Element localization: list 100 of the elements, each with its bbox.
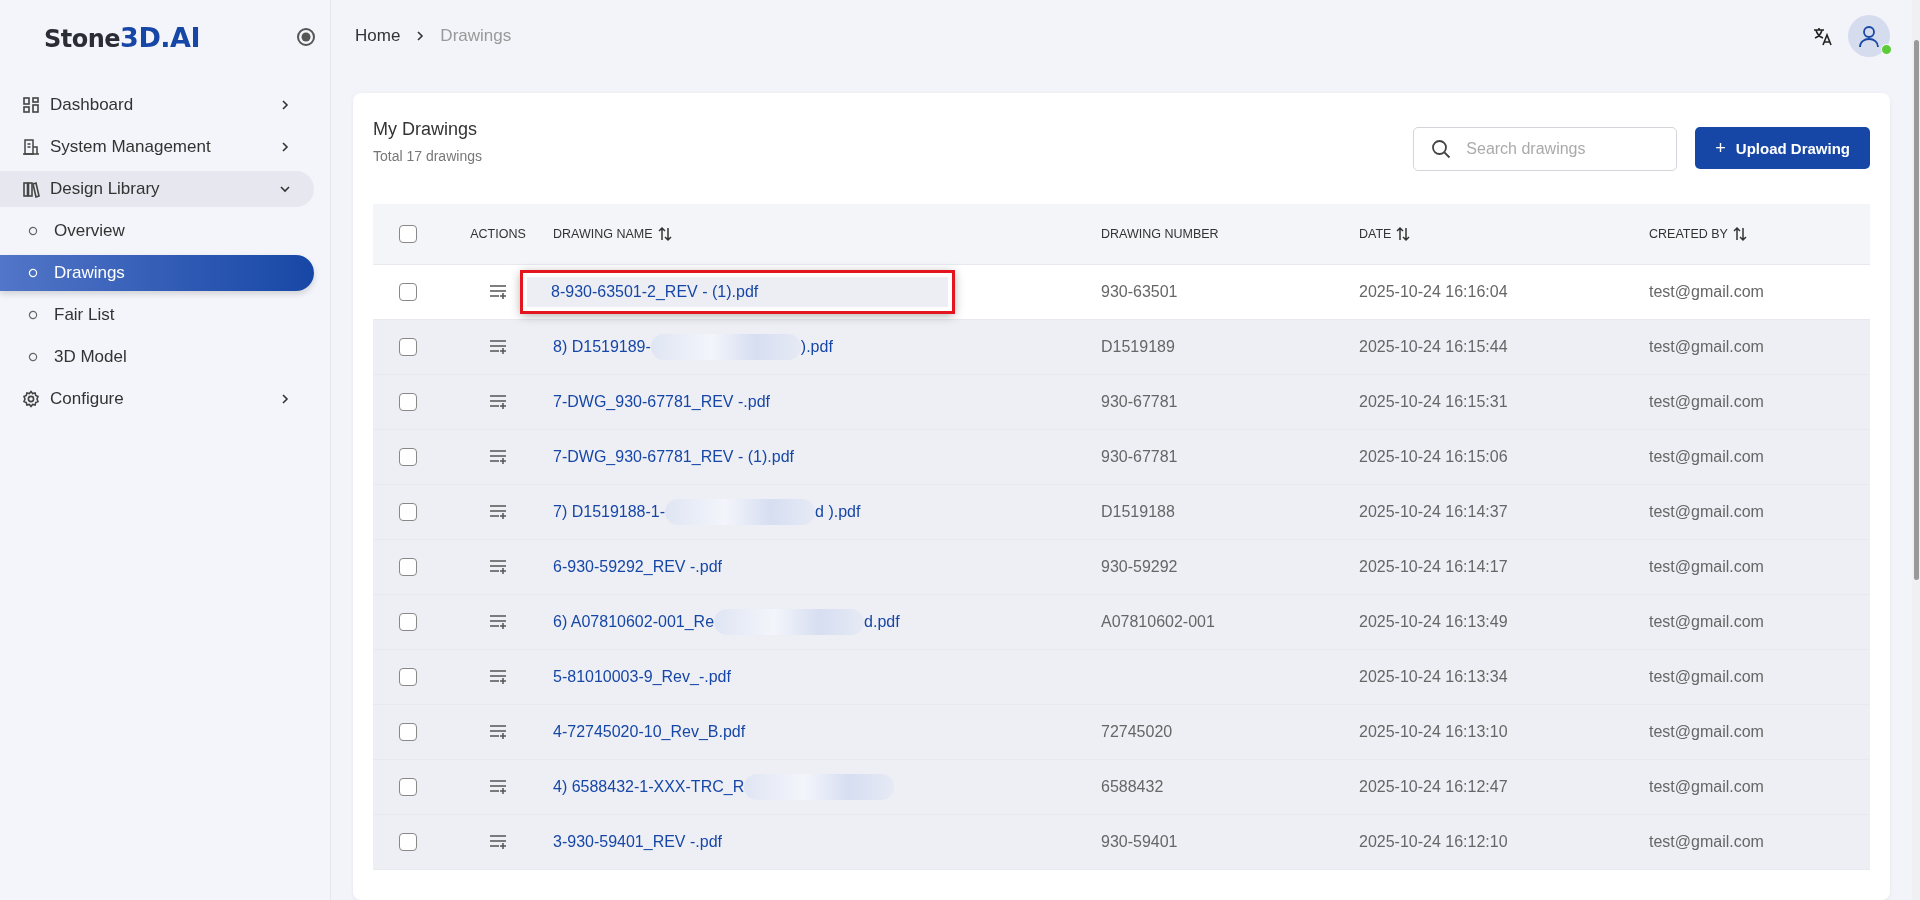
checkbox[interactable] [399, 613, 417, 631]
column-header[interactable]: DRAWING NAME [553, 227, 653, 241]
list-add-icon[interactable] [488, 338, 508, 356]
circle-icon [28, 268, 38, 278]
nav-subitem[interactable]: 3D Model [0, 339, 314, 375]
sort-icon[interactable] [1395, 226, 1412, 242]
table-cell: A07810602-001 [1101, 613, 1215, 631]
table-cell: test@gmail.com [1649, 283, 1764, 301]
circle-icon [28, 310, 38, 320]
settings-icon [22, 390, 40, 408]
drawing-count: Total 17 drawings [373, 148, 482, 164]
checkbox[interactable] [399, 338, 417, 356]
list-add-icon[interactable] [488, 558, 508, 576]
column-header: ACTIONS [470, 227, 526, 241]
nav-item[interactable]: Configure [0, 381, 314, 417]
list-add-icon[interactable] [488, 393, 508, 411]
table-cell: 2025-10-24 16:15:44 [1359, 338, 1508, 356]
upload-button[interactable]: + Upload Drawing [1695, 127, 1870, 169]
logo: Stone3D.AI [44, 21, 200, 53]
table-cell: 6588432 [1101, 778, 1164, 796]
table-cell: test@gmail.com [1649, 448, 1764, 466]
drawing-link[interactable]: 6-930-59292_REV -.pdf [553, 558, 722, 576]
nav-item[interactable]: System Management [0, 129, 314, 165]
page-title: My Drawings [373, 119, 479, 140]
table-cell: 2025-10-24 16:14:37 [1359, 503, 1508, 521]
table-cell: 2025-10-24 16:16:04 [1359, 283, 1508, 301]
checkbox[interactable] [399, 503, 417, 521]
table-cell: 2025-10-24 16:14:17 [1359, 558, 1508, 576]
table-cell: 2025-10-24 16:12:10 [1359, 833, 1508, 851]
table-cell: test@gmail.com [1649, 393, 1764, 411]
list-add-icon[interactable] [488, 833, 508, 851]
table-cell: test@gmail.com [1649, 503, 1764, 521]
table-cell: D1519188 [1101, 503, 1175, 521]
checkbox[interactable] [399, 668, 417, 686]
list-add-icon[interactable] [488, 503, 508, 521]
table-cell: test@gmail.com [1649, 558, 1764, 576]
column-header[interactable]: CREATED BY [1649, 227, 1728, 241]
drawing-link[interactable]: 7-DWG_930-67781_REV - (1).pdf [553, 448, 794, 466]
list-add-icon[interactable] [488, 448, 508, 466]
books-icon [22, 180, 40, 198]
drawing-link[interactable]: d ).pdf [815, 503, 861, 521]
drawing-link[interactable]: 4) 6588432-1-XXX-TRC_R [553, 778, 745, 796]
nav-subitem[interactable]: Drawings [0, 255, 314, 291]
drawing-link[interactable]: 6) A07810602-001_Re [553, 613, 715, 631]
scrollbar[interactable] [1912, 0, 1920, 900]
drawing-link[interactable]: ).pdf [800, 338, 833, 356]
list-add-icon[interactable] [488, 668, 508, 686]
table-cell: 2025-10-24 16:15:06 [1359, 448, 1508, 466]
radio-icon[interactable] [296, 27, 316, 47]
table-cell: 2025-10-24 16:13:49 [1359, 613, 1508, 631]
search-field[interactable]: Search drawings [1413, 127, 1678, 171]
drawing-link[interactable]: 8) D1519189- [553, 338, 651, 356]
table-cell: 2025-10-24 16:13:10 [1359, 723, 1508, 741]
nav-item[interactable]: Design Library [0, 171, 314, 207]
person-icon [1858, 24, 1880, 48]
table-cell: test@gmail.com [1649, 723, 1764, 741]
table-cell: test@gmail.com [1649, 338, 1764, 356]
translate-icon[interactable] [1812, 25, 1834, 47]
checkbox[interactable] [399, 778, 417, 796]
breadcrumb-link[interactable]: Home [355, 26, 401, 46]
table-cell: 2025-10-24 16:12:47 [1359, 778, 1508, 796]
list-add-icon[interactable] [488, 613, 508, 631]
sort-icon[interactable] [1731, 226, 1748, 242]
building-icon [22, 138, 40, 156]
checkbox[interactable] [399, 225, 417, 243]
list-add-icon[interactable] [488, 283, 508, 301]
grid-icon [22, 96, 40, 114]
drawing-link[interactable]: 3-930-59401_REV -.pdf [553, 833, 722, 851]
checkbox[interactable] [399, 833, 417, 851]
avatar[interactable] [1848, 15, 1890, 57]
drawing-link[interactable]: 4-72745020-10_Rev_B.pdf [553, 723, 746, 741]
nav-subitem[interactable]: Overview [0, 213, 314, 249]
drawing-link[interactable]: d.pdf [864, 613, 900, 631]
drawing-link[interactable]: 5-81010003-9_Rev_-.pdf [553, 668, 731, 686]
table-cell: 930-59401 [1101, 833, 1178, 851]
checkbox[interactable] [399, 283, 417, 301]
list-add-icon[interactable] [488, 723, 508, 741]
checkbox[interactable] [399, 723, 417, 741]
checkbox[interactable] [399, 558, 417, 576]
table-cell: test@gmail.com [1649, 613, 1764, 631]
table-cell: test@gmail.com [1649, 833, 1764, 851]
table-cell: 2025-10-24 16:15:31 [1359, 393, 1508, 411]
nav-item[interactable]: Dashboard [0, 87, 314, 123]
checkbox[interactable] [399, 448, 417, 466]
column-header: DRAWING NUMBER [1101, 227, 1219, 241]
table-cell: 930-59292 [1101, 558, 1178, 576]
table-cell: 930-67781 [1101, 393, 1178, 411]
table-cell: 930-67781 [1101, 448, 1178, 466]
table-cell: test@gmail.com [1649, 778, 1764, 796]
drawing-link[interactable]: 7-DWG_930-67781_REV -.pdf [553, 393, 770, 411]
table-cell: 930-63501 [1101, 283, 1178, 301]
list-add-icon[interactable] [488, 778, 508, 796]
checkbox[interactable] [399, 393, 417, 411]
circle-icon [28, 226, 38, 236]
nav-subitem[interactable]: Fair List [0, 297, 314, 333]
table-cell: 72745020 [1101, 723, 1173, 741]
drawing-link[interactable]: 7) D1519188-1- [553, 503, 666, 521]
column-header[interactable]: DATE [1359, 227, 1392, 241]
sort-icon[interactable] [656, 226, 673, 242]
table-cell: D1519189 [1101, 338, 1175, 356]
